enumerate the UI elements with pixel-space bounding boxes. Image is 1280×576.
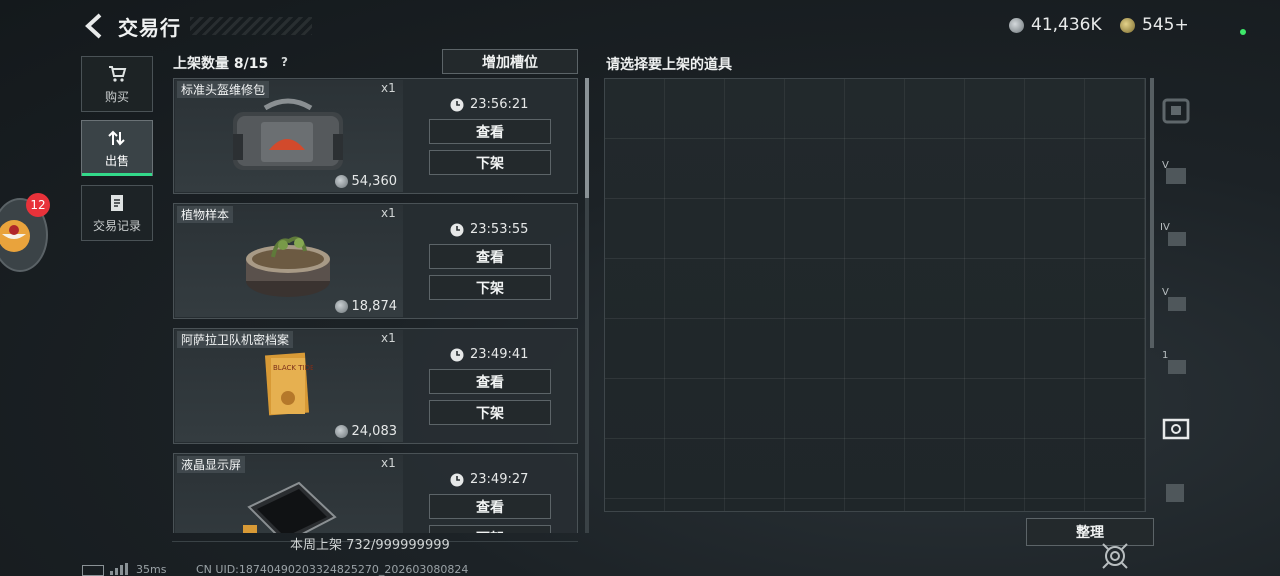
sort-button[interactable]: 整理 — [1026, 518, 1154, 546]
classified-file-image: BLACK TIDE — [264, 352, 313, 416]
listing-timer: 23:56:21 — [450, 97, 528, 112]
listing-card[interactable]: 植物样本 x1 18,874 23:53:55 查看 下架 — [173, 203, 578, 319]
silver-coin-icon — [334, 425, 348, 438]
silver-coin-icon — [334, 300, 348, 313]
nav-records-label: 交易记录 — [92, 218, 141, 233]
item-price: 24,083 — [334, 424, 398, 439]
listing-list[interactable]: 标准头盔维修包 x1 54,360 23:56:21 查看 下架 植物样本 x1 — [173, 78, 581, 533]
file-cover-text: BLACK TIDE — [273, 364, 313, 372]
page-title: 交易行 — [118, 16, 181, 40]
inventory-prompt: 请选择要上架的道具 — [606, 57, 732, 73]
clock-icon — [450, 348, 464, 361]
clock-icon — [450, 473, 464, 486]
silver-coin-icon — [334, 175, 348, 188]
gold-coin-icon — [1120, 17, 1135, 33]
item-quantity: x1 — [381, 456, 396, 470]
listing-card[interactable]: 液晶显示屏 x1 23:49:27 查看 下架 — [173, 453, 578, 533]
item-name: 液晶显示屏 — [177, 456, 246, 473]
nav-sell[interactable]: 出售 — [81, 120, 153, 176]
listing-timer-value: 23:56:21 — [470, 97, 529, 112]
repair-bag-image — [233, 98, 343, 170]
currency-tokens-value: 545+ — [1142, 15, 1189, 35]
delist-button[interactable]: 下架 — [429, 275, 551, 300]
item-price: 54,360 — [334, 174, 398, 189]
add-slot-button[interactable]: 增加槽位 — [442, 49, 578, 74]
nav-records[interactable]: 交易记录 — [81, 185, 153, 241]
notification-badge: 12 — [26, 193, 50, 217]
tier-label: 1 — [1162, 350, 1169, 361]
item-name: 阿萨拉卫队机密档案 — [177, 331, 294, 348]
listing-timer: 23:49:27 — [450, 472, 528, 487]
backpack-tab-3[interactable]: V — [1160, 287, 1192, 317]
help-icon[interactable]: ? — [281, 55, 288, 69]
item-price-value: 24,083 — [351, 424, 398, 439]
signal-icon — [110, 563, 128, 575]
view-button[interactable]: 查看 — [429, 244, 551, 269]
item-price: 18,874 — [334, 299, 398, 314]
tier-label: V — [1162, 287, 1169, 298]
clock-icon — [450, 223, 464, 236]
item-name: 植物样本 — [177, 206, 234, 223]
cart-icon — [109, 65, 127, 82]
expand-storage-icon[interactable] — [1160, 478, 1192, 508]
tier-label: IV — [1160, 222, 1170, 233]
item-quantity: x1 — [381, 81, 396, 95]
safe-box-icon[interactable] — [1160, 96, 1192, 126]
storage-icon[interactable] — [1160, 414, 1192, 444]
item-quantity: x1 — [381, 206, 396, 220]
listing-timer-value: 23:49:41 — [470, 347, 529, 362]
listing-card[interactable]: BLACK TIDE 阿萨拉卫队机密档案 x1 24,083 23:49:41 … — [173, 328, 578, 444]
currency-tokens[interactable]: 545+ — [1120, 15, 1189, 35]
nav-sell-label: 出售 — [104, 153, 129, 168]
listing-timer-value: 23:49:27 — [470, 472, 529, 487]
target-icon[interactable] — [1100, 542, 1130, 570]
sell-arrows-icon — [108, 130, 125, 146]
delist-button[interactable]: 下架 — [429, 525, 551, 533]
tier-label: V — [1162, 160, 1169, 171]
inventory-scrollbar[interactable] — [1150, 78, 1154, 348]
view-button[interactable]: 查看 — [429, 494, 551, 519]
nav-buy[interactable]: 购买 — [81, 56, 153, 112]
delist-button[interactable]: 下架 — [429, 400, 551, 425]
listing-timer: 23:49:41 — [450, 347, 528, 362]
title-decoration — [190, 17, 312, 35]
listing-timer-value: 23:53:55 — [470, 222, 529, 237]
view-button[interactable]: 查看 — [429, 369, 551, 394]
weekly-listing-count: 本周上架 732/999999999 — [290, 538, 450, 553]
silver-coin-icon — [1009, 17, 1024, 33]
listing-timer: 23:53:55 — [450, 222, 528, 237]
item-price-value: 54,360 — [351, 174, 398, 189]
item-price-value: 18,874 — [351, 299, 398, 314]
listing-count: 上架数量 8/15 — [173, 56, 269, 72]
lcd-screen-image — [243, 481, 337, 533]
status-dot — [1240, 29, 1246, 35]
backpack-tab-1[interactable]: V — [1160, 160, 1192, 190]
battery-icon — [82, 565, 104, 576]
item-quantity: x1 — [381, 331, 396, 345]
backpack-tab-4[interactable]: 1 — [1160, 350, 1192, 380]
listing-card[interactable]: 标准头盔维修包 x1 54,360 23:56:21 查看 下架 — [173, 78, 578, 194]
currency-coins: 41,436K — [1009, 15, 1102, 35]
ping-value: 35ms — [136, 563, 167, 576]
document-icon — [111, 194, 123, 211]
user-uid: CN UID:1874049020332482527​0_20260308082… — [196, 563, 469, 576]
item-name: 标准头盔维修包 — [177, 81, 270, 98]
backpack-tab-2[interactable]: IV — [1160, 222, 1192, 252]
back-arrow-icon[interactable] — [82, 12, 108, 40]
currency-coins-value: 41,436K — [1031, 15, 1102, 35]
delist-button[interactable]: 下架 — [429, 150, 551, 175]
listing-scrollbar-thumb[interactable] — [585, 78, 589, 198]
nav-buy-label: 购买 — [104, 89, 129, 104]
inventory-grid[interactable] — [604, 78, 1146, 512]
view-button[interactable]: 查看 — [429, 119, 551, 144]
clock-icon — [450, 98, 464, 111]
plant-sample-image — [246, 236, 330, 297]
active-indicator — [82, 173, 152, 176]
